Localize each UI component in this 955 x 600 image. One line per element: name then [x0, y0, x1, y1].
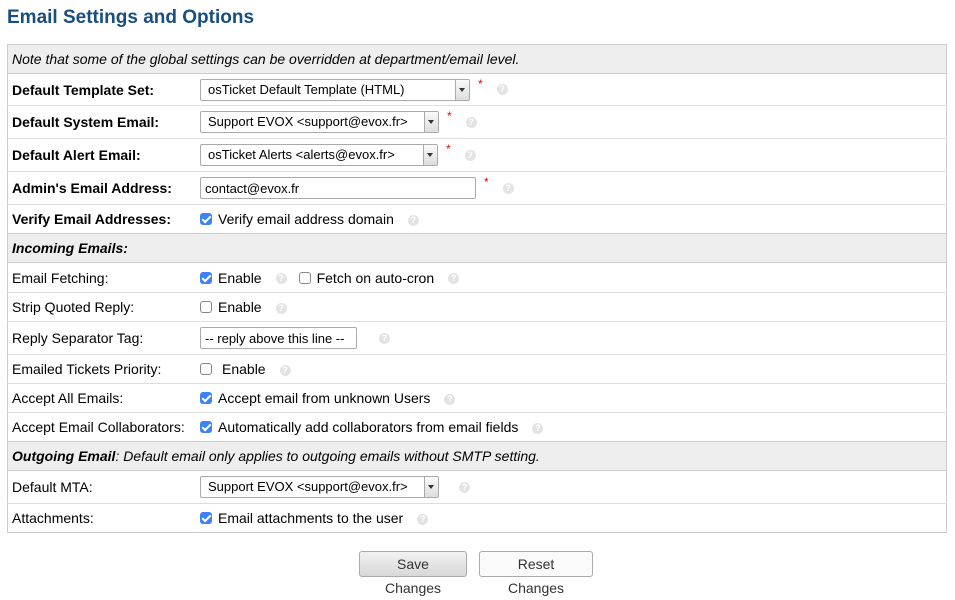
label-default-mta: Default MTA:	[7, 470, 196, 504]
save-changes-button[interactable]: Save Changes	[359, 551, 467, 596]
default-template-set-value: osTicket Default Template (HTML)	[208, 81, 405, 97]
outgoing-section-header: Outgoing Email: Default email only appli…	[7, 441, 947, 471]
incoming-section-header: Incoming Emails:	[7, 233, 947, 263]
email-fetching-enable-option: Enable	[218, 269, 262, 286]
emailed-priority-option: Enable	[222, 361, 266, 377]
label-default-system-email: Default System Email:	[7, 105, 196, 139]
page-title: Email Settings and Options	[7, 7, 255, 28]
help-icon[interactable]: ?	[532, 422, 544, 434]
label-accept-all: Accept All Emails:	[7, 383, 196, 413]
label-default-template-set: Default Template Set:	[7, 73, 196, 106]
help-icon[interactable]: ?	[407, 214, 419, 226]
label-verify-email: Verify Email Addresses:	[7, 204, 196, 234]
attachments-checkbox[interactable]	[200, 512, 212, 525]
help-icon[interactable]: ?	[379, 332, 390, 344]
row-default-mta: Default MTA: Support EVOX <support@evox.…	[7, 470, 947, 504]
label-strip-quoted: Strip Quoted Reply:	[7, 292, 196, 322]
row-admin-email: Admin's Email Address: *?	[7, 171, 947, 205]
help-icon[interactable]: ?	[465, 116, 477, 128]
help-icon[interactable]: ?	[502, 182, 514, 194]
chevron-down-icon	[424, 112, 438, 132]
default-alert-email-select[interactable]: osTicket Alerts <alerts@evox.fr>	[200, 144, 438, 166]
row-accept-all: Accept All Emails: Accept email from unk…	[7, 383, 947, 413]
help-icon[interactable]: ?	[444, 393, 456, 405]
help-icon[interactable]: ?	[275, 273, 287, 285]
label-attachments: Attachments:	[7, 503, 196, 533]
required-mark: *	[478, 76, 483, 91]
verify-email-option: Verify email address domain	[218, 211, 394, 227]
row-default-alert-email: Default Alert Email: osTicket Alerts <al…	[7, 138, 947, 172]
required-mark: *	[447, 109, 452, 123]
accept-all-option: Accept email from unknown Users	[218, 390, 431, 406]
default-mta-select[interactable]: Support EVOX <support@evox.fr>	[200, 476, 439, 498]
outgoing-section-note: : Default email only applies to outgoing…	[115, 448, 540, 464]
strip-quoted-checkbox[interactable]	[200, 301, 212, 314]
incoming-section-title: Incoming Emails:	[12, 240, 128, 256]
row-emailed-priority: Emailed Tickets Priority: Enable?	[7, 354, 947, 384]
label-emailed-priority: Emailed Tickets Priority:	[7, 354, 196, 384]
admin-email-input[interactable]	[200, 177, 476, 199]
chevron-down-icon	[423, 145, 437, 165]
accept-collaborators-checkbox[interactable]	[200, 421, 212, 434]
help-icon[interactable]: ?	[279, 364, 291, 376]
accept-collaborators-option: Automatically add collaborators from ema…	[218, 419, 519, 435]
email-fetching-enable-checkbox[interactable]	[200, 271, 212, 284]
verify-email-checkbox[interactable]	[200, 213, 212, 226]
row-accept-collaborators: Accept Email Collaborators: Automaticall…	[7, 412, 947, 442]
fetch-auto-cron-checkbox[interactable]	[298, 271, 311, 284]
outgoing-section-title: Outgoing Email	[12, 448, 116, 464]
default-mta-value: Support EVOX <support@evox.fr>	[208, 479, 408, 494]
help-icon[interactable]: ?	[417, 513, 429, 525]
row-reply-separator: Reply Separator Tag: ?	[7, 321, 947, 355]
row-email-fetching: Email Fetching: Enable? Fetch on auto-cro…	[7, 262, 947, 293]
label-default-alert-email: Default Alert Email:	[7, 138, 196, 172]
help-icon[interactable]: ?	[459, 481, 470, 493]
label-email-fetching: Email Fetching:	[7, 262, 196, 293]
help-icon[interactable]: ?	[496, 84, 508, 95]
attachments-option: Email attachments to the user	[218, 510, 404, 526]
help-icon[interactable]: ?	[464, 149, 476, 161]
row-verify-email: Verify Email Addresses: Verify email add…	[7, 204, 947, 234]
emailed-priority-checkbox[interactable]	[200, 363, 212, 376]
chevron-down-icon	[424, 477, 438, 497]
chevron-down-icon	[455, 79, 469, 100]
row-default-template-set: Default Template Set: osTicket Default T…	[7, 73, 947, 106]
default-system-email-select[interactable]: Support EVOX <support@evox.fr>	[200, 111, 439, 133]
default-alert-email-value: osTicket Alerts <alerts@evox.fr>	[208, 147, 395, 162]
reset-changes-button[interactable]: Reset Changes	[479, 551, 593, 596]
note-text: Note that some of the global settings ca…	[12, 51, 520, 67]
row-strip-quoted: Strip Quoted Reply: Enable?	[7, 292, 947, 322]
note-row: Note that some of the global settings ca…	[7, 44, 947, 74]
default-template-set-select[interactable]: osTicket Default Template (HTML)	[200, 78, 470, 101]
label-reply-separator: Reply Separator Tag:	[7, 321, 196, 355]
accept-all-checkbox[interactable]	[200, 392, 212, 405]
row-attachments: Attachments: Email attachments to the us…	[7, 503, 947, 533]
default-system-email-value: Support EVOX <support@evox.fr>	[208, 114, 408, 129]
required-mark: *	[484, 175, 489, 189]
strip-quoted-option: Enable	[218, 299, 262, 315]
help-icon[interactable]: ?	[275, 302, 287, 314]
fetch-auto-cron-option: Fetch on auto-cron	[316, 269, 435, 286]
label-accept-collaborators: Accept Email Collaborators:	[7, 412, 196, 442]
label-admin-email: Admin's Email Address:	[7, 171, 196, 205]
help-icon[interactable]: ?	[448, 273, 460, 285]
settings-table: Note that some of the global settings ca…	[7, 44, 947, 533]
reply-separator-input[interactable]	[200, 327, 357, 349]
row-default-system-email: Default System Email: Support EVOX <supp…	[7, 105, 947, 139]
required-mark: *	[446, 142, 451, 156]
